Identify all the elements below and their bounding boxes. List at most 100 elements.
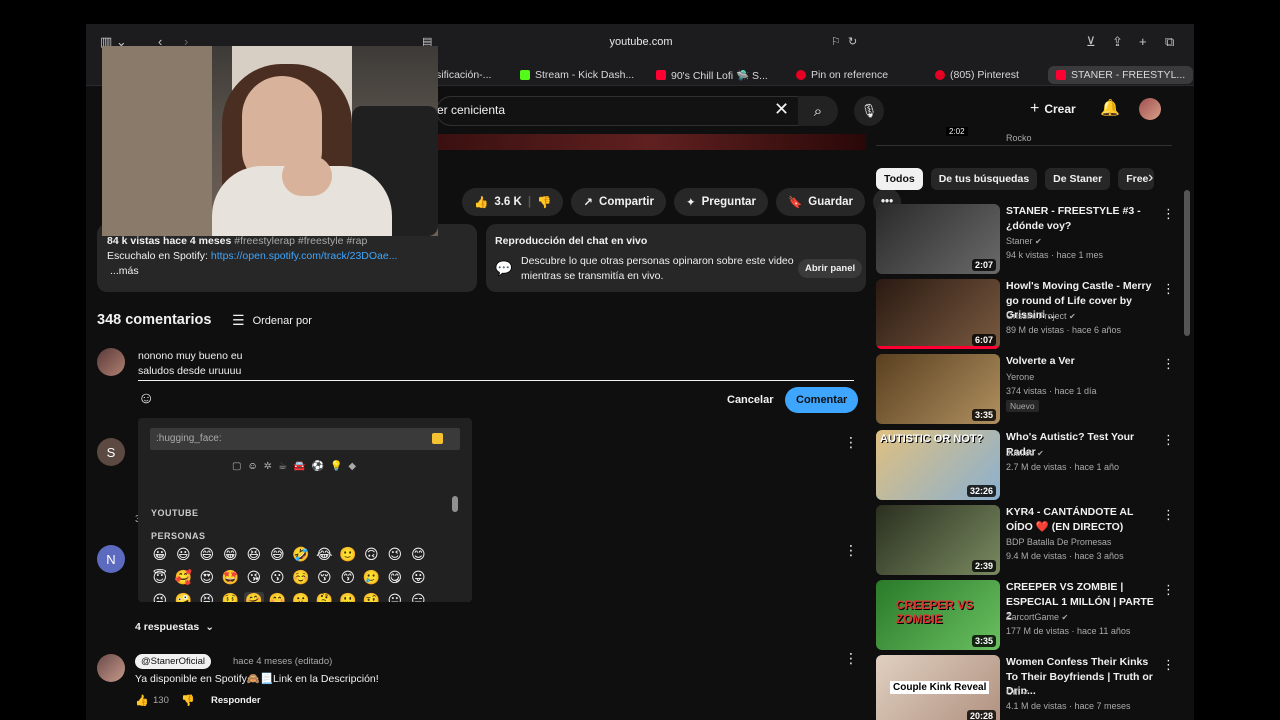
item-menu-icon[interactable]: ⋮: [1162, 582, 1175, 598]
emoji[interactable]: 🤔: [315, 592, 335, 602]
emoji[interactable]: 😜: [150, 592, 170, 602]
create-button[interactable]: + Crear: [1030, 100, 1076, 118]
creator-handle[interactable]: @StanerOficial: [135, 654, 212, 669]
account-avatar[interactable]: [1139, 98, 1161, 120]
page-scrollbar[interactable]: [1184, 190, 1190, 336]
submit-comment-button[interactable]: Comentar: [785, 387, 859, 413]
tab-overview-icon[interactable]: ⧉: [1165, 35, 1174, 49]
emoji[interactable]: 🙃: [362, 546, 382, 563]
youtube-category-icon[interactable]: ▢: [232, 461, 241, 472]
emoji[interactable]: 😛: [409, 569, 429, 586]
emoji[interactable]: 🤪: [174, 592, 194, 602]
comment-menu-icon[interactable]: ⋮: [844, 542, 858, 559]
emoji[interactable]: 😅: [268, 546, 288, 563]
tab-lofi[interactable]: 90's Chill Lofi 🛸 S...: [656, 66, 768, 84]
emoji[interactable]: 😗: [268, 569, 288, 586]
recommendation-item[interactable]: 2:07 STANER - FREESTYLE #3 - ¿dónde voy?…: [876, 204, 1175, 274]
like-button[interactable]: 👍 3.6 K | 👎: [462, 188, 564, 216]
reload-icon[interactable]: ↻: [848, 35, 857, 49]
spotify-link[interactable]: https://open.spotify.com/track/23DOae...: [211, 250, 398, 262]
people-category-icon[interactable]: ☺: [247, 461, 257, 472]
item-menu-icon[interactable]: ⋮: [1162, 281, 1175, 297]
emoji[interactable]: 😚: [315, 569, 335, 586]
emoji[interactable]: 😑: [409, 592, 429, 602]
show-more[interactable]: ...más: [107, 264, 467, 279]
comment-dislike-icon[interactable]: 👎: [181, 694, 195, 707]
emoji[interactable]: 🥲: [362, 569, 382, 586]
emoji[interactable]: 😃: [174, 546, 194, 563]
emoji[interactable]: 🤫: [291, 592, 311, 602]
emoji[interactable]: 😙: [338, 569, 358, 586]
video-player-edge[interactable]: [438, 134, 866, 150]
recommendation-item[interactable]: 6:07 Howl's Moving Castle - Merry go rou…: [876, 279, 1175, 349]
view-replies-button[interactable]: 4 respuestas ⌄: [135, 621, 214, 633]
emoji[interactable]: 😂: [315, 546, 335, 563]
video-thumbnail[interactable]: 2:39: [876, 505, 1000, 575]
recommendation-item[interactable]: 3:35 Volverte a Ver Yerone 374 vistas · …: [876, 354, 1175, 424]
emoji[interactable]: 😘: [244, 569, 264, 586]
comment-menu-icon[interactable]: ⋮: [844, 650, 858, 667]
item-menu-icon[interactable]: ⋮: [1162, 507, 1175, 523]
chevron-right-icon[interactable]: ›: [1148, 169, 1153, 187]
video-thumbnail[interactable]: 6:07: [876, 279, 1000, 349]
emoji[interactable]: 🥰: [174, 569, 194, 586]
creator-avatar[interactable]: [97, 654, 125, 682]
emoji[interactable]: 🤩: [221, 569, 241, 586]
cancel-button[interactable]: Cancelar: [716, 387, 784, 413]
reply-button[interactable]: Responder: [211, 695, 261, 706]
save-button[interactable]: 🔖 Guardar: [775, 188, 866, 216]
share-icon[interactable]: ⇪: [1112, 35, 1123, 49]
emoji[interactable]: 😐: [385, 592, 405, 602]
video-thumbnail[interactable]: 2:07: [876, 204, 1000, 274]
share-button[interactable]: ↗ Compartir: [571, 188, 666, 216]
emoji[interactable]: 😉: [385, 546, 405, 563]
search-input[interactable]: er cenicienta: [437, 103, 505, 117]
voice-search-button[interactable]: 🎙: [854, 96, 884, 126]
item-menu-icon[interactable]: ⋮: [1162, 356, 1175, 372]
emoji[interactable]: ☺️: [291, 569, 311, 586]
address-bar[interactable]: youtube.com: [586, 36, 696, 48]
emoji[interactable]: 😀: [150, 546, 170, 563]
recommendation-item[interactable]: AUTISTIC OR NOT? 32:26 Who's Autistic? T…: [876, 430, 1175, 500]
objects-category-icon[interactable]: 💡: [330, 461, 342, 472]
emoji[interactable]: 😍: [197, 569, 217, 586]
chip-all[interactable]: Todos: [876, 168, 923, 190]
tab-staner[interactable]: STANER - FREESTYL...: [1048, 66, 1194, 84]
previous-recommendation[interactable]: 2:02 Rocko: [876, 127, 1172, 146]
recommendation-item[interactable]: Couple Kink Reveal 20:28 Women Confess T…: [876, 655, 1175, 720]
chip-searches[interactable]: De tus búsquedas: [930, 168, 1038, 190]
emoji-picker-icon[interactable]: ☺: [138, 390, 154, 408]
emoji[interactable]: 🙂: [338, 546, 358, 563]
tab-pinterest[interactable]: (805) Pinterest: [935, 66, 1019, 84]
emoji[interactable]: 😝: [197, 592, 217, 602]
emoji[interactable]: 😁: [221, 546, 241, 563]
ask-button[interactable]: ✦ Preguntar: [673, 188, 768, 216]
video-thumbnail[interactable]: Couple Kink Reveal 20:28: [876, 655, 1000, 720]
emoji[interactable]: 🤭: [268, 592, 288, 602]
notifications-icon[interactable]: 🔔: [1100, 98, 1120, 118]
emoji-search-input[interactable]: :hugging_face:: [150, 428, 460, 450]
emoji[interactable]: 😋: [385, 569, 405, 586]
thumbs-down-icon[interactable]: 👎: [537, 195, 551, 209]
clear-search-icon[interactable]: ✕: [774, 99, 789, 120]
emoji[interactable]: 😄: [197, 546, 217, 563]
emoji-scrollbar[interactable]: [452, 496, 458, 512]
search-button[interactable]: ⌕: [798, 96, 838, 126]
new-tab-icon[interactable]: +: [1139, 35, 1147, 49]
travel-category-icon[interactable]: 🚘: [293, 461, 305, 472]
skin-tone-swatch[interactable]: [432, 433, 443, 444]
emoji[interactable]: 😇: [150, 569, 170, 586]
emoji[interactable]: 😊: [409, 546, 429, 563]
tab-kick[interactable]: Stream - Kick Dash...: [520, 66, 634, 84]
chip-staner[interactable]: De Staner: [1045, 168, 1111, 190]
commenter-avatar[interactable]: N: [97, 545, 125, 573]
emoji[interactable]: 🤑: [221, 592, 241, 602]
tab-pin-reference[interactable]: Pin on reference: [796, 66, 888, 84]
food-category-icon[interactable]: ☕: [278, 461, 287, 472]
symbols-category-icon[interactable]: ◆: [348, 461, 356, 472]
emoji[interactable]: 🤗: [244, 592, 264, 602]
emoji[interactable]: 🤣: [291, 546, 311, 563]
open-chat-button[interactable]: Abrir panel: [798, 259, 863, 278]
emoji[interactable]: 🤨: [362, 592, 382, 602]
comment-like-icon[interactable]: 👍: [135, 694, 149, 707]
